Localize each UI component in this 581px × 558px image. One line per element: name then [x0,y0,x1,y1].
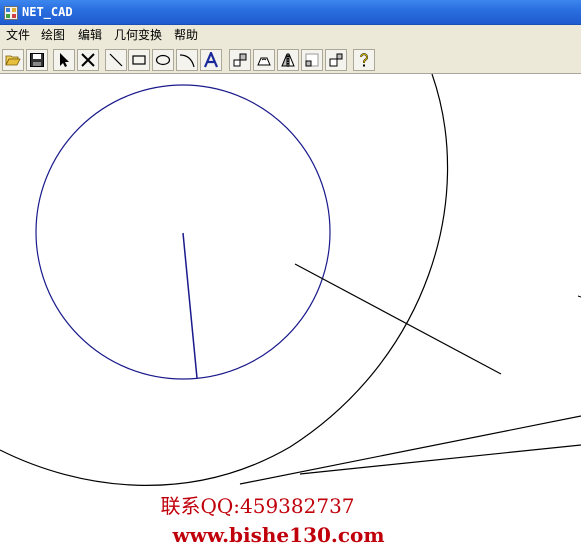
menu-help[interactable]: 帮助 [174,27,198,43]
rectangle-tool-icon [132,55,146,65]
save-icon [30,53,44,67]
diagonal-line-shape [294,263,502,375]
ellipse-tool-button[interactable] [152,49,174,71]
drawing-canvas[interactable] [0,74,581,558]
arc-tool-icon [179,54,195,68]
scale-up-icon [329,53,343,67]
drawing-shapes [0,74,581,486]
menu-bar: 文件 绘图 编辑 几何变换 帮助 [0,25,581,45]
blue-circle-shape [35,84,331,380]
title-bar[interactable]: NET_CAD [0,0,581,25]
blue-radius-line [182,232,198,379]
text-tool-icon [203,52,219,68]
app-icon [4,5,18,20]
text-tool-button[interactable] [200,49,222,71]
line-tool-icon [109,53,123,67]
watermark-site: www.bishe130.com [172,523,385,547]
menu-draw[interactable]: 绘图 [41,27,65,43]
translate-button[interactable] [229,49,251,71]
translate-icon [233,53,247,67]
select-button[interactable] [53,49,75,71]
help-button[interactable] [353,49,375,71]
delete-button[interactable] [77,49,99,71]
arc-tool-button[interactable] [176,49,198,71]
scale-down-button[interactable] [301,49,323,71]
watermark-contact: 联系QQ:459382737 [160,494,355,518]
help-icon [360,53,368,67]
rotate-icon [257,57,271,66]
select-arrow-icon [60,53,69,67]
window-title: NET_CAD [22,5,73,19]
scale-up-button[interactable] [325,49,347,71]
mirror-icon [281,53,295,67]
delete-x-icon [81,53,95,67]
menu-file[interactable]: 文件 [6,27,30,43]
menu-edit[interactable]: 编辑 [78,27,102,43]
rectangle-tool-button[interactable] [128,49,150,71]
ellipse-tool-icon [155,54,171,66]
line-tool-button[interactable] [105,49,127,71]
menu-geometric-transform[interactable]: 几何变换 [114,27,162,43]
scale-down-icon [305,53,319,67]
open-icon [5,55,21,66]
rotate-button[interactable] [253,49,275,71]
lower-line-shape-2 [299,444,581,475]
open-button[interactable] [2,49,24,71]
mirror-button[interactable] [277,49,299,71]
large-arc-shape [0,74,449,486]
save-button[interactable] [26,49,48,71]
toolbar [0,45,581,74]
